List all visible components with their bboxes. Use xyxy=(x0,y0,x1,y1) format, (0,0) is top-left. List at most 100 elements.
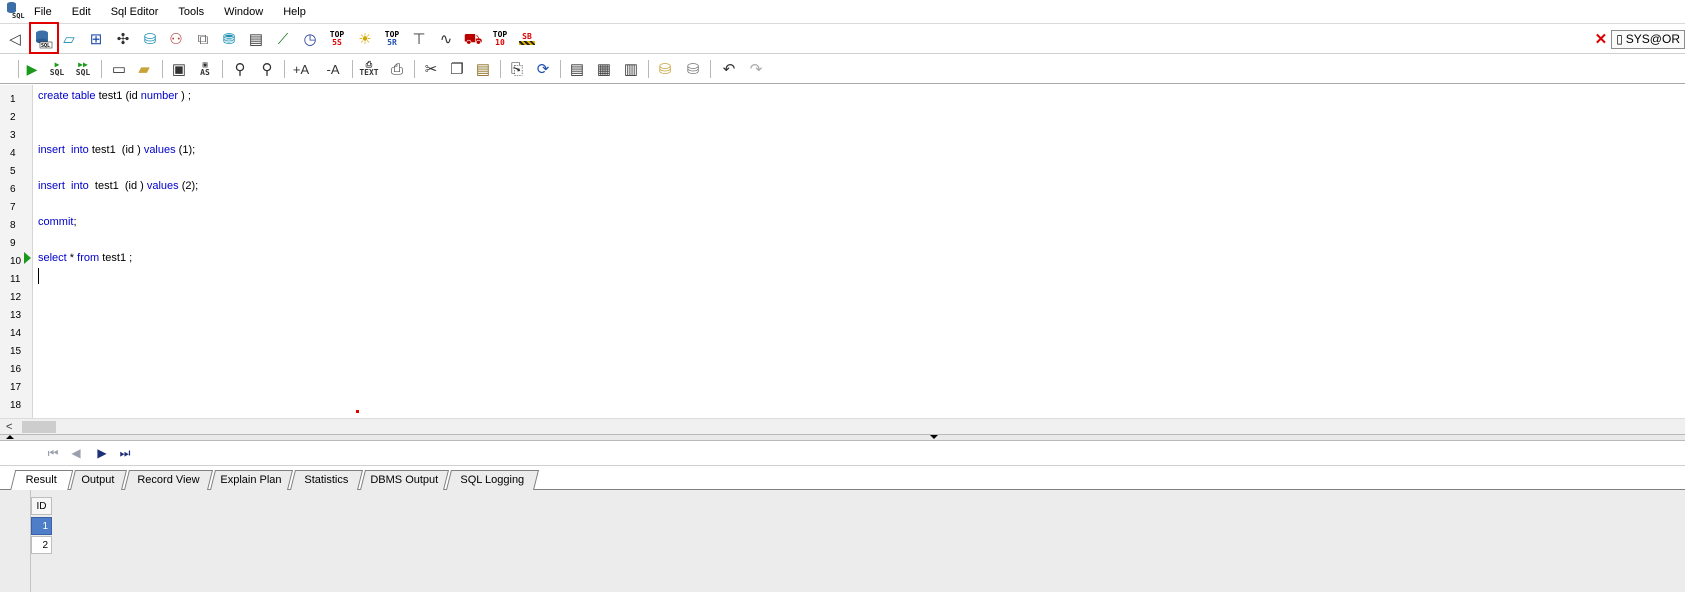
line-number: 11 xyxy=(10,274,21,285)
copy-icon[interactable]: ❐ xyxy=(446,58,468,80)
result-tabs: Result Output Record View Explain Plan S… xyxy=(0,466,1685,491)
result-grid[interactable]: ID 1 2 xyxy=(0,490,1685,592)
clock-icon[interactable]: ◷ xyxy=(299,28,321,50)
first-record-icon[interactable]: ⏮ xyxy=(44,445,62,461)
rollback-icon[interactable]: ⛁ xyxy=(682,58,704,80)
scrollbar-thumb[interactable] xyxy=(22,421,56,433)
splitter-up-icon[interactable] xyxy=(6,435,14,439)
next-record-icon[interactable]: ▶ xyxy=(93,445,111,461)
font-decrease-icon[interactable]: -A xyxy=(322,58,344,80)
editor-toolbar: ▶ ▶ SQL ▶▶ SQL ▭ ▰ ▣ ▣ AS ⚲ ⚲ +A -A ⎙ TEXT ⎙… xyxy=(0,54,1685,84)
top-5s-icon[interactable]: TOP 5S xyxy=(326,28,348,50)
tab-output[interactable]: Output xyxy=(70,470,127,490)
tools-icon[interactable]: ⧉ xyxy=(192,28,214,50)
menu-edit[interactable]: Edit xyxy=(62,0,101,24)
tab-sql-logging[interactable]: SQL Logging xyxy=(446,470,539,490)
execute-icon[interactable]: ▶ xyxy=(21,58,43,80)
execute-all-icon[interactable]: ▶▶ SQL xyxy=(72,58,94,80)
menu-window[interactable]: Window xyxy=(214,0,273,24)
line-number: 16 xyxy=(10,364,22,375)
line-number: 5 xyxy=(10,166,16,177)
menu-sql-editor[interactable]: Sql Editor xyxy=(101,0,169,24)
tab-record-view[interactable]: Record View xyxy=(124,470,213,490)
print-icon[interactable]: ⎙ xyxy=(386,58,408,80)
splitter-down-icon[interactable] xyxy=(930,435,938,439)
line-number: 15 xyxy=(10,346,22,357)
table-view-icon[interactable]: ▥ xyxy=(620,58,642,80)
menu-bar: SQL File Edit Sql Editor Tools Window He… xyxy=(0,0,1685,24)
editor-result-splitter[interactable] xyxy=(0,434,1685,441)
tab-statistics[interactable]: Statistics xyxy=(290,470,363,490)
menu-help[interactable]: Help xyxy=(273,0,316,24)
grid-icon[interactable]: ▦ xyxy=(593,58,615,80)
tab-result[interactable]: Result xyxy=(10,470,74,491)
table-cell[interactable]: 1 xyxy=(31,517,52,535)
transform-icon[interactable]: ⟳ xyxy=(532,58,554,80)
line-number: 2 xyxy=(10,112,16,123)
save-as-icon[interactable]: ▣ AS xyxy=(194,58,216,80)
main-toolbar: ◁ SQL ▱ ⊞ ✣ ⛁ ⚇ ⧉ ⛃ ▤ ⟋ ◷ TOP 5S ☀ TOP 5… xyxy=(0,24,1685,54)
line-number: 4 xyxy=(10,148,16,159)
previous-record-icon[interactable]: ◀ xyxy=(67,445,85,461)
line-number: 12 xyxy=(10,292,22,303)
line-number: 7 xyxy=(10,202,16,213)
replace-icon[interactable]: ⚲ xyxy=(256,58,278,80)
line-number: 18 xyxy=(10,400,22,411)
editor-horizontal-scrollbar[interactable]: < xyxy=(0,418,1685,434)
text-cursor xyxy=(38,268,39,284)
format-icon[interactable]: ⎘ xyxy=(506,58,528,80)
chart-icon[interactable]: ⟋ xyxy=(272,28,294,50)
redo-icon[interactable]: ↷ xyxy=(745,58,767,80)
undo-icon[interactable]: ↶ xyxy=(718,58,740,80)
network-icon[interactable]: ✣ xyxy=(112,28,134,50)
sql-editor[interactable]: 1 2 3 4 5 6 7 8 9 10 11 12 13 14 15 16 1… xyxy=(0,85,1685,418)
line-number: 10 xyxy=(10,256,22,267)
disconnect-icon[interactable]: ✕ xyxy=(1595,30,1608,48)
tab-explain-plan[interactable]: Explain Plan xyxy=(210,470,293,490)
car-icon[interactable]: ⛟ xyxy=(462,28,484,50)
execute-script-icon[interactable]: ▶ SQL xyxy=(46,58,68,80)
faucet-icon[interactable]: ⊤ xyxy=(408,28,430,50)
lightbulb-icon[interactable]: ☀ xyxy=(354,28,376,50)
sb-icon[interactable]: SB xyxy=(516,28,538,50)
column-header-id[interactable]: ID xyxy=(31,497,52,515)
line-number: 1 xyxy=(10,94,16,105)
find-icon[interactable]: ⚲ xyxy=(229,58,251,80)
red-marker-dot xyxy=(356,410,359,413)
document-icon[interactable]: ▤ xyxy=(566,58,588,80)
sql-app-icon: SQL xyxy=(4,1,26,23)
line-number-gutter: 1 2 3 4 5 6 7 8 9 10 11 12 13 14 15 16 1… xyxy=(0,85,33,418)
database-icon[interactable]: ⛁ xyxy=(139,28,161,50)
menu-tools[interactable]: Tools xyxy=(168,0,214,24)
font-increase-icon[interactable]: +A xyxy=(290,58,312,80)
tab-dbms-output[interactable]: DBMS Output xyxy=(360,470,449,490)
storage-icon[interactable]: ⛃ xyxy=(218,28,240,50)
stats-icon[interactable]: ▤ xyxy=(245,28,267,50)
open-folder-icon[interactable]: ▰ xyxy=(133,58,155,80)
users-icon[interactable]: ⚇ xyxy=(165,28,187,50)
save-icon[interactable]: ▣ xyxy=(168,58,190,80)
scroll-left-icon[interactable]: < xyxy=(6,421,12,433)
wave-icon[interactable]: ∿ xyxy=(435,28,457,50)
back-icon[interactable]: ◁ xyxy=(4,28,26,50)
connection-icon: ▯ xyxy=(1616,32,1623,46)
connection-label: SYS@OR xyxy=(1625,32,1680,46)
schema-tree-icon[interactable]: ⊞ xyxy=(85,28,107,50)
table-cell[interactable]: 2 xyxy=(31,536,52,554)
line-number: 13 xyxy=(10,310,22,321)
commit-icon[interactable]: ⛁ xyxy=(654,58,676,80)
code-line-1: create table test1 (id number ) ; xyxy=(38,90,191,102)
top-10-icon[interactable]: TOP 10 xyxy=(489,28,511,50)
last-record-icon[interactable]: ⏭ xyxy=(116,445,134,461)
top-5r-icon[interactable]: TOP 5R xyxy=(381,28,403,50)
new-file-icon[interactable]: ▭ xyxy=(108,58,130,80)
code-line-8: commit; xyxy=(38,216,77,228)
table-icon[interactable]: ▱ xyxy=(58,28,80,50)
menu-file[interactable]: File xyxy=(30,0,62,24)
line-number: 8 xyxy=(10,220,16,231)
current-statement-arrow-icon xyxy=(24,252,31,264)
print-text-icon[interactable]: ⎙ TEXT xyxy=(358,58,380,80)
cut-icon[interactable]: ✂ xyxy=(420,58,442,80)
paste-icon[interactable]: ▤ xyxy=(472,58,494,80)
connection-selector[interactable]: ▯ SYS@OR xyxy=(1611,29,1685,49)
